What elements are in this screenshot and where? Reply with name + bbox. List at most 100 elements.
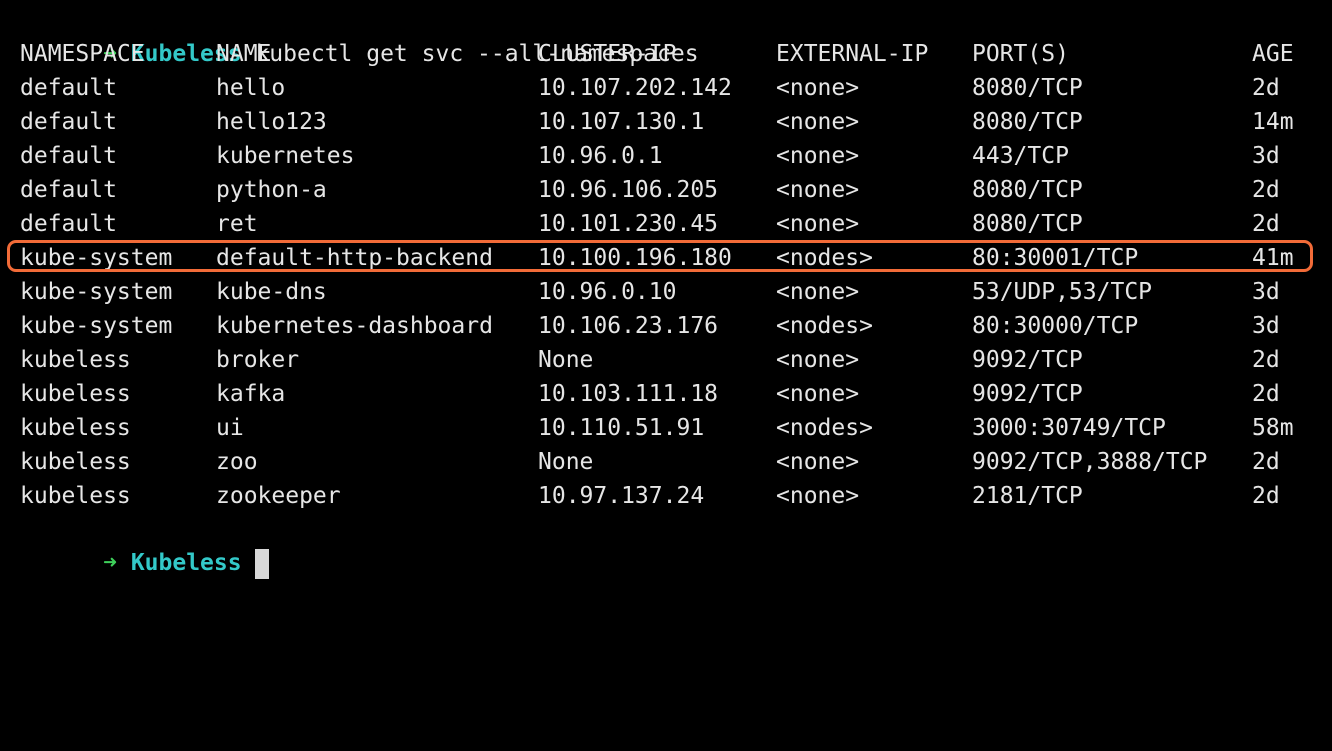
cell-age: 2d — [1252, 483, 1280, 509]
cell-namespace: kubeless — [20, 483, 131, 509]
cell-name: kafka — [216, 381, 286, 407]
table-row: kubeless kafka 10.103.111.18 <none> 9092… — [0, 377, 1332, 411]
cell-external-ip: <none> — [776, 109, 860, 135]
cell-ports: 53/UDP,53/TCP — [972, 279, 1153, 305]
cell-name: kubernetes-dashboard — [216, 313, 493, 339]
cell-name: python-a — [216, 177, 327, 203]
cell-age: 2d — [1252, 75, 1280, 101]
cell-external-ip: <none> — [776, 75, 860, 101]
header-cluster-ip: CLUSTER-IP — [538, 41, 677, 67]
prompt-directory: Kubeless — [130, 550, 242, 576]
cell-cluster-ip: 10.106.23.176 — [538, 313, 719, 339]
cell-cluster-ip: 10.103.111.18 — [538, 381, 719, 407]
cell-external-ip: <nodes> — [776, 313, 873, 339]
table-row: default ret 10.101.230.45 <none> 8080/TC… — [0, 207, 1332, 241]
cell-age: 2d — [1252, 381, 1280, 407]
cell-ports: 8080/TCP — [972, 109, 1083, 135]
cell-ports: 8080/TCP — [972, 177, 1083, 203]
cell-external-ip: <none> — [776, 483, 860, 509]
table-row: default hello123 10.107.130.1 <none> 808… — [0, 105, 1332, 139]
cell-namespace: default — [20, 177, 117, 203]
cell-external-ip: <none> — [776, 347, 860, 373]
cell-name: hello123 — [216, 109, 327, 135]
cell-external-ip: <none> — [776, 211, 860, 237]
cell-age: 14m — [1252, 109, 1294, 135]
header-external-ip: EXTERNAL-IP — [776, 41, 929, 67]
cell-external-ip: <nodes> — [776, 415, 873, 441]
cell-ports: 80:30000/TCP — [972, 313, 1139, 339]
cell-cluster-ip: 10.101.230.45 — [538, 211, 719, 237]
prompt-arrow-icon: ➜ — [103, 550, 117, 576]
cell-name: zoo — [216, 449, 258, 475]
cell-ports: 80:30001/TCP — [972, 245, 1139, 271]
cell-namespace: default — [20, 75, 117, 101]
cell-ports: 9092/TCP — [972, 347, 1083, 373]
table-header: NAMESPACE NAME CLUSTER-IP EXTERNAL-IP PO… — [0, 37, 1332, 71]
cell-age: 3d — [1252, 313, 1280, 339]
table-row: kube-system kube-dns 10.96.0.10 <none> 5… — [0, 275, 1332, 309]
cell-name: ret — [216, 211, 258, 237]
header-ports: PORT(S) — [972, 41, 1069, 67]
command-line: ➜ Kubeless kubectl get svc --all-namespa… — [0, 3, 1332, 67]
cell-cluster-ip: None — [538, 449, 594, 475]
cell-namespace: default — [20, 109, 117, 135]
prompt-line[interactable]: ➜ Kubeless — [0, 512, 1332, 579]
terminal-window[interactable]: ➜ Kubeless kubectl get svc --all-namespa… — [0, 0, 1332, 579]
cell-age: 3d — [1252, 143, 1280, 169]
cell-age: 2d — [1252, 211, 1280, 237]
cell-cluster-ip: 10.107.130.1 — [538, 109, 705, 135]
table-row: kubeless zookeeper 10.97.137.24 <none> 2… — [0, 479, 1332, 513]
cell-cluster-ip: 10.96.106.205 — [538, 177, 719, 203]
cell-age: 2d — [1252, 177, 1280, 203]
cell-namespace: kube-system — [20, 245, 173, 271]
cell-age: 58m — [1252, 415, 1294, 441]
cell-cluster-ip: None — [538, 347, 594, 373]
cell-age: 2d — [1252, 347, 1280, 373]
header-namespace: NAMESPACE — [20, 41, 145, 67]
cell-namespace: kubeless — [20, 347, 131, 373]
header-age: AGE — [1252, 41, 1294, 67]
cell-ports: 9092/TCP — [972, 381, 1083, 407]
table-row: default hello 10.107.202.142 <none> 8080… — [0, 71, 1332, 105]
cell-external-ip: <nodes> — [776, 245, 873, 271]
cell-namespace: kube-system — [20, 279, 173, 305]
cell-external-ip: <none> — [776, 279, 860, 305]
cell-ports: 3000:30749/TCP — [972, 415, 1166, 441]
cell-cluster-ip: 10.96.0.10 — [538, 279, 677, 305]
cell-external-ip: <none> — [776, 449, 860, 475]
cell-cluster-ip: 10.107.202.142 — [538, 75, 732, 101]
cell-namespace: kube-system — [20, 313, 173, 339]
cell-namespace: default — [20, 211, 117, 237]
table-row: default python-a 10.96.106.205 <none> 80… — [0, 173, 1332, 207]
table-row: default kubernetes 10.96.0.1 <none> 443/… — [0, 139, 1332, 173]
cell-external-ip: <none> — [776, 177, 860, 203]
cell-name: hello — [216, 75, 286, 101]
table-row: kubeless ui 10.110.51.91 <nodes> 3000:30… — [0, 411, 1332, 445]
cell-name: kube-dns — [216, 279, 327, 305]
cell-name: ui — [216, 415, 244, 441]
table-row: kubeless zoo None <none> 9092/TCP,3888/T… — [0, 445, 1332, 479]
cell-namespace: kubeless — [20, 449, 131, 475]
cell-age: 2d — [1252, 449, 1280, 475]
cell-external-ip: <none> — [776, 143, 860, 169]
table-row-highlighted: kube-system default-http-backend 10.100.… — [0, 241, 1332, 275]
cell-age: 41m — [1252, 245, 1294, 271]
cell-ports: 443/TCP — [972, 143, 1069, 169]
cell-external-ip: <none> — [776, 381, 860, 407]
table-row: kubeless broker None <none> 9092/TCP 2d — [0, 343, 1332, 377]
cell-name: default-http-backend — [216, 245, 493, 271]
cell-ports: 9092/TCP,3888/TCP — [972, 449, 1208, 475]
cell-cluster-ip: 10.97.137.24 — [538, 483, 705, 509]
cell-cluster-ip: 10.96.0.1 — [538, 143, 663, 169]
cell-namespace: kubeless — [20, 415, 131, 441]
terminal-cursor — [255, 548, 270, 579]
cell-cluster-ip: 10.100.196.180 — [538, 245, 732, 271]
cell-ports: 2181/TCP — [972, 483, 1083, 509]
cell-name: kubernetes — [216, 143, 355, 169]
cell-name: zookeeper — [216, 483, 341, 509]
cell-ports: 8080/TCP — [972, 75, 1083, 101]
cell-age: 3d — [1252, 279, 1280, 305]
cell-name: broker — [216, 347, 300, 373]
cell-cluster-ip: 10.110.51.91 — [538, 415, 705, 441]
cell-namespace: kubeless — [20, 381, 131, 407]
